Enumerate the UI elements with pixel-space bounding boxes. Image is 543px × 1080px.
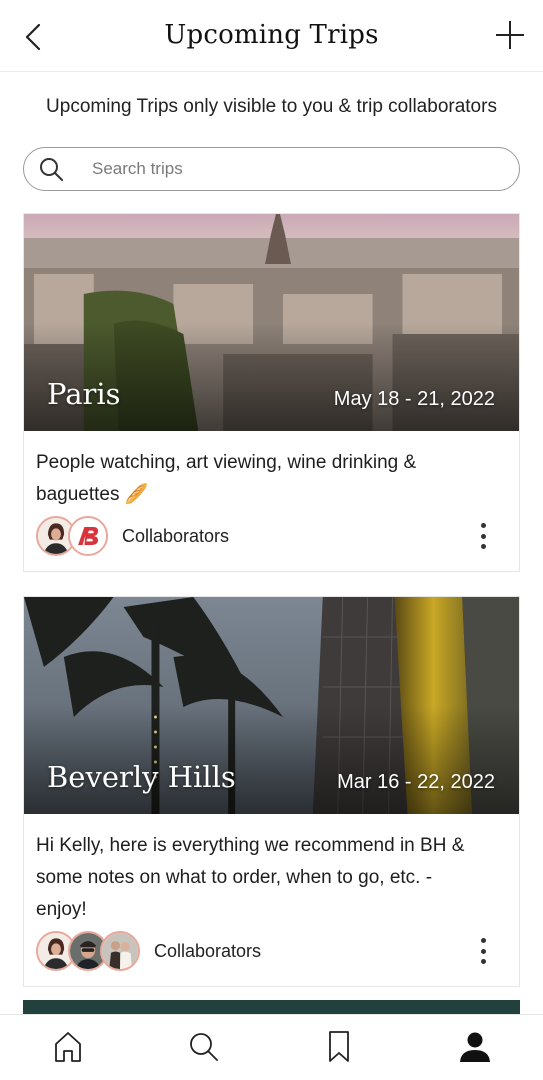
more-options-button[interactable] xyxy=(473,519,493,553)
collaborator-avatars xyxy=(36,516,108,556)
dot xyxy=(480,938,486,943)
tab-search[interactable] xyxy=(184,1027,224,1067)
avatar xyxy=(68,516,108,556)
trip-card-paris[interactable]: Paris May 18 - 21, 2022 People watching,… xyxy=(23,213,520,572)
collaborators-label: Collaborators xyxy=(122,525,230,546)
collaborators-row[interactable]: Collaborators xyxy=(36,513,507,559)
dot xyxy=(480,544,486,549)
trip-description: People watching, art viewing, wine drink… xyxy=(36,452,417,505)
page-title: Upcoming Trips xyxy=(164,20,379,50)
search-bar[interactable] xyxy=(23,147,520,191)
visibility-notice: Upcoming Trips only visible to you & tri… xyxy=(46,96,497,117)
search-icon xyxy=(40,158,63,181)
dot xyxy=(480,533,486,539)
collaborators-label: Collaborators xyxy=(154,940,262,961)
tab-profile[interactable] xyxy=(455,1027,495,1067)
dot xyxy=(480,959,486,964)
search-icon xyxy=(190,1033,218,1061)
more-options-button[interactable] xyxy=(473,934,493,968)
trip-description: Hi Kelly, here is everything we recommen… xyxy=(36,835,465,920)
tab-home[interactable] xyxy=(48,1027,88,1067)
plus-icon xyxy=(496,21,524,49)
trip-cover-image: Paris May 18 - 21, 2022 xyxy=(24,214,519,431)
collaborator-avatars xyxy=(36,931,140,971)
trip-name: Beverly Hills xyxy=(47,760,236,794)
dot xyxy=(480,523,486,528)
add-trip-button[interactable] xyxy=(493,18,527,52)
trip-name: Paris xyxy=(47,377,121,411)
search-input[interactable] xyxy=(92,159,472,179)
tab-saved[interactable] xyxy=(319,1027,359,1067)
trip-dates: Mar 16 - 22, 2022 xyxy=(337,771,495,793)
home-icon xyxy=(55,1032,81,1062)
avatar xyxy=(100,931,140,971)
trip-dates: May 18 - 21, 2022 xyxy=(333,388,495,410)
trip-card-beverly-hills[interactable]: Beverly Hills Mar 16 - 22, 2022 Hi Kelly… xyxy=(23,596,520,987)
collaborators-row[interactable]: Collaborators xyxy=(36,928,507,974)
bookmark-icon xyxy=(329,1031,349,1062)
bottom-tab-bar xyxy=(0,1014,543,1080)
dot xyxy=(480,948,486,954)
trip-cover-image: Beverly Hills Mar 16 - 22, 2022 xyxy=(24,597,519,814)
profile-icon xyxy=(460,1032,490,1062)
top-bar: Upcoming Trips xyxy=(0,0,543,72)
